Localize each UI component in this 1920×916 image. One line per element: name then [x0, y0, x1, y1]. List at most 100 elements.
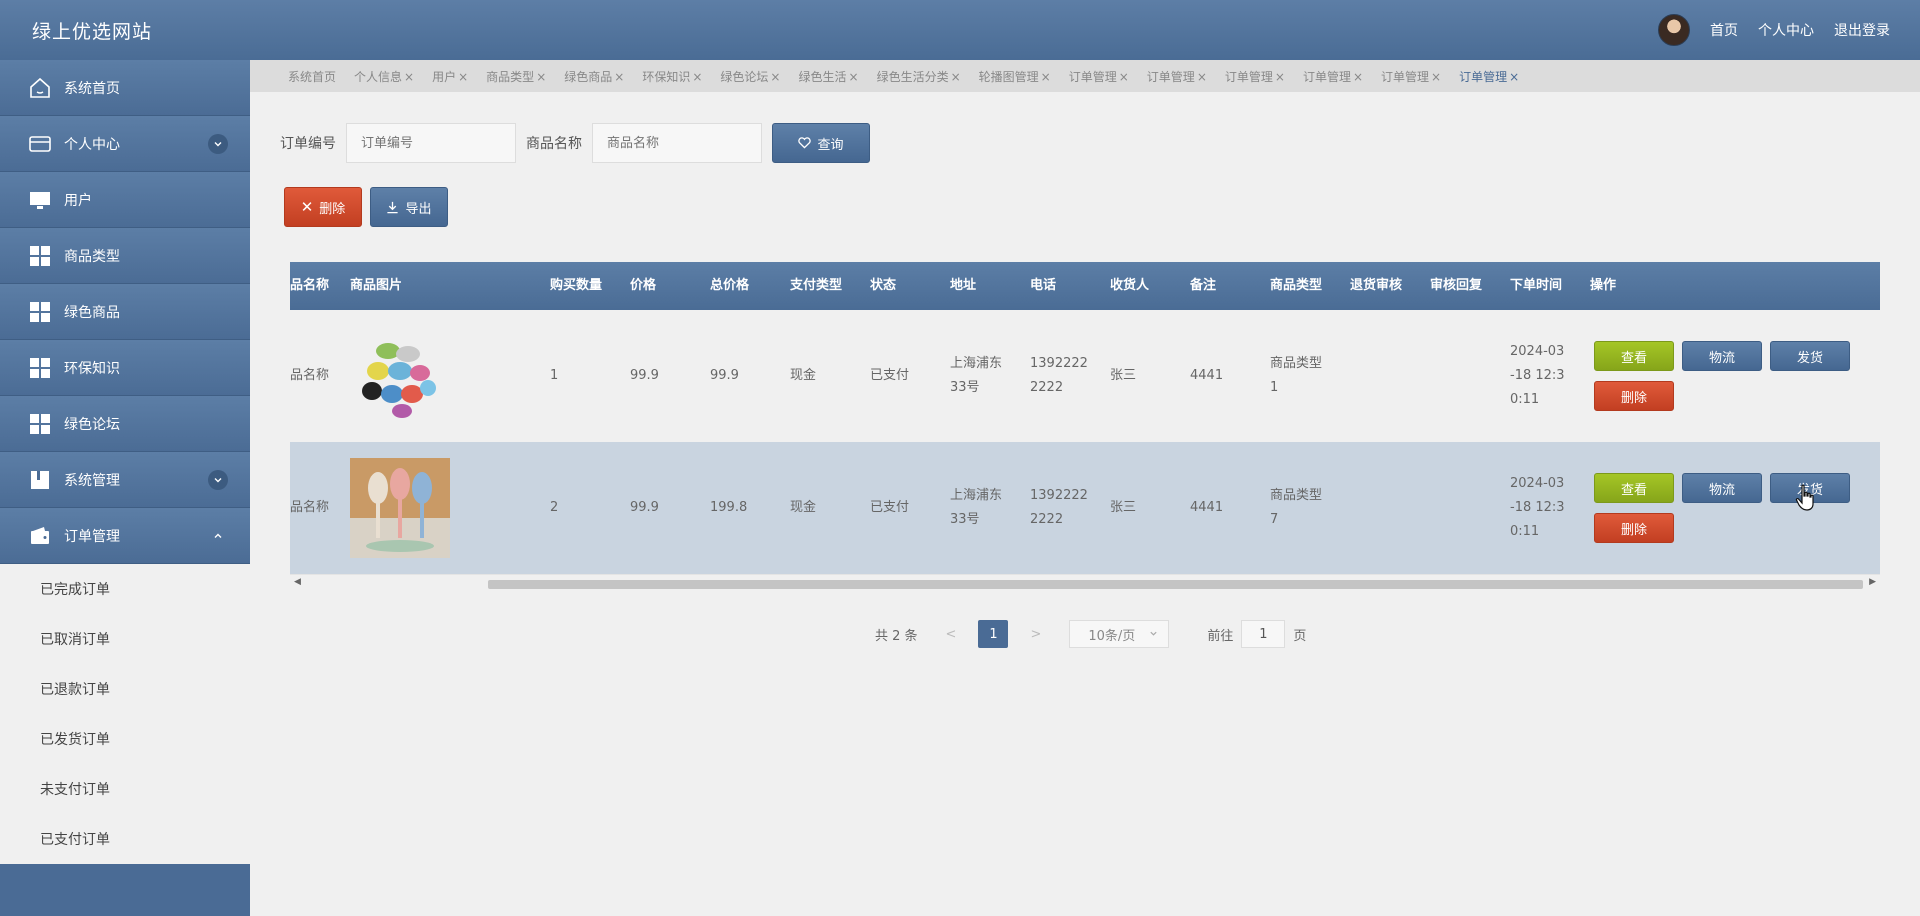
query-button[interactable]: 查询	[772, 123, 870, 163]
tab-orders-active[interactable]: 订单管理 ×	[1459, 68, 1519, 85]
close-icon[interactable]: ×	[951, 70, 961, 84]
sidebar-item-home[interactable]: 系统首页	[0, 60, 250, 116]
close-icon[interactable]: ×	[404, 70, 414, 84]
close-icon[interactable]: ×	[536, 70, 546, 84]
sidebar-item-product-types[interactable]: 商品类型	[0, 228, 250, 284]
close-icon[interactable]: ×	[849, 70, 859, 84]
sidebar-item-green-products[interactable]: 绿色商品	[0, 284, 250, 340]
horizontal-scrollbar[interactable]: ◀ ▶	[290, 574, 1880, 592]
tab-orders-4[interactable]: 订单管理 ×	[1303, 68, 1363, 85]
tab-home[interactable]: 系统首页	[288, 68, 336, 85]
cell-note: 4441	[1190, 368, 1224, 383]
product-image	[350, 458, 450, 558]
page-1-button[interactable]: 1	[978, 620, 1009, 648]
sidebar-item-users[interactable]: 用户	[0, 172, 250, 228]
grid-icon	[28, 300, 52, 324]
logistics-button[interactable]: 物流	[1682, 341, 1762, 371]
tab-product-types[interactable]: 商品类型 ×	[486, 68, 546, 85]
profile-link[interactable]: 个人中心	[1758, 20, 1814, 40]
tab-orders-2[interactable]: 订单管理 ×	[1147, 68, 1207, 85]
address-line: 上海浦东	[950, 488, 1003, 503]
cell-product-image[interactable]	[350, 310, 450, 442]
bulk-delete-button[interactable]: ✕ 删除	[284, 187, 362, 227]
tab-orders-5[interactable]: 订单管理 ×	[1381, 68, 1441, 85]
close-icon[interactable]: ×	[1197, 70, 1207, 84]
submenu-cancelled-orders[interactable]: 已取消订单	[0, 614, 250, 664]
tab-eco-knowledge[interactable]: 环保知识 ×	[642, 68, 702, 85]
chevron-down-icon[interactable]	[208, 133, 228, 154]
close-icon[interactable]: ×	[1431, 70, 1441, 84]
submenu-refunded-orders[interactable]: 已退款订单	[0, 664, 250, 714]
cell-product-image[interactable]	[350, 442, 450, 574]
submenu-paid-orders[interactable]: 已支付订单	[0, 814, 250, 864]
sidebar-item-forum[interactable]: 绿色论坛	[0, 396, 250, 452]
logistics-button[interactable]: 物流	[1682, 473, 1762, 503]
grid-icon	[28, 412, 52, 436]
scroll-left-icon[interactable]: ◀	[294, 577, 301, 587]
page-size-select[interactable]: 10条/页	[1069, 620, 1170, 648]
order-no-input[interactable]	[346, 123, 516, 163]
close-icon: ✕	[300, 198, 314, 216]
scroll-right-icon[interactable]: ▶	[1869, 577, 1876, 587]
home-link[interactable]: 首页	[1710, 20, 1738, 40]
phone-line: 1392222	[1030, 488, 1088, 503]
address-line: 33号	[950, 380, 980, 395]
close-icon[interactable]: ×	[692, 70, 702, 84]
cell-product-name: 品名称	[290, 368, 330, 383]
tab-users[interactable]: 用户 ×	[432, 68, 468, 85]
scroll-thumb[interactable]	[488, 580, 1863, 589]
row-delete-button[interactable]: 删除	[1594, 513, 1674, 543]
sidebar-item-system[interactable]: 系统管理	[0, 452, 250, 508]
close-icon[interactable]: ×	[770, 70, 780, 84]
submenu-unpaid-orders[interactable]: 未支付订单	[0, 764, 250, 814]
type-line: 7	[1270, 512, 1279, 527]
chevron-down-icon[interactable]	[208, 469, 228, 490]
close-icon[interactable]: ×	[1353, 70, 1363, 84]
close-icon[interactable]: ×	[1041, 70, 1051, 84]
submenu-shipped-orders[interactable]: 已发货订单	[0, 714, 250, 764]
cell-product-type: 商品类型 7	[1270, 442, 1322, 574]
tab-carousel[interactable]: 轮播图管理 ×	[979, 68, 1051, 85]
tab-bar: 系统首页 个人信息 × 用户 × 商品类型 × 绿色商品 × 环保知识 × 绿色论坛 × 绿…	[250, 60, 1920, 92]
phone-line: 2222	[1030, 512, 1064, 527]
tab-green-life[interactable]: 绿色生活 ×	[798, 68, 858, 85]
close-icon[interactable]: ×	[614, 70, 624, 84]
tab-green-products[interactable]: 绿色商品 ×	[564, 68, 624, 85]
close-icon[interactable]: ×	[1119, 70, 1129, 84]
sidebar-item-orders[interactable]: 订单管理	[0, 508, 250, 564]
view-button[interactable]: 查看	[1594, 341, 1674, 371]
tab-orders-1[interactable]: 订单管理 ×	[1069, 68, 1129, 85]
sidebar-item-label: 环保知识	[64, 360, 120, 377]
close-icon[interactable]: ×	[1509, 70, 1519, 84]
tab-label: 订单管理	[1068, 69, 1117, 84]
goto-page-input[interactable]: 1	[1241, 620, 1286, 648]
tab-label: 订单管理	[1146, 69, 1195, 84]
type-line: 商品类型	[1270, 356, 1323, 371]
time-line: -18 12:3	[1510, 368, 1565, 383]
product-name-input[interactable]	[592, 123, 762, 163]
chevron-up-icon[interactable]	[208, 526, 228, 546]
tab-orders-3[interactable]: 订单管理 ×	[1225, 68, 1285, 85]
tab-forum[interactable]: 绿色论坛 ×	[720, 68, 780, 85]
logout-link[interactable]: 退出登录	[1834, 20, 1890, 40]
ship-button[interactable]: 发货	[1770, 341, 1850, 371]
view-button[interactable]: 查看	[1594, 473, 1674, 503]
row-delete-button[interactable]: 删除	[1594, 381, 1674, 411]
sidebar-item-label: 系统管理	[64, 472, 120, 489]
top-header: 绿上优选网站 首页 个人中心 退出登录	[0, 0, 1920, 60]
close-icon[interactable]: ×	[458, 70, 468, 84]
tab-label: 绿色生活	[798, 69, 847, 84]
sidebar-item-eco-knowledge[interactable]: 环保知识	[0, 340, 250, 396]
next-page-button[interactable]: >	[1030, 627, 1041, 642]
tab-profile[interactable]: 个人信息 ×	[354, 68, 414, 85]
submenu-completed-orders[interactable]: 已完成订单	[0, 564, 250, 614]
tab-green-life-category[interactable]: 绿色生活分类 ×	[877, 68, 961, 85]
phone-line: 1392222	[1030, 356, 1088, 371]
total-count: 共 2 条	[875, 628, 918, 644]
delete-label: 删除	[319, 201, 346, 217]
prev-page-button[interactable]: <	[946, 627, 957, 642]
close-icon[interactable]: ×	[1275, 70, 1285, 84]
avatar[interactable]	[1658, 14, 1690, 46]
sidebar-item-profile[interactable]: 个人中心	[0, 116, 250, 172]
export-button[interactable]: 导出	[370, 187, 448, 227]
